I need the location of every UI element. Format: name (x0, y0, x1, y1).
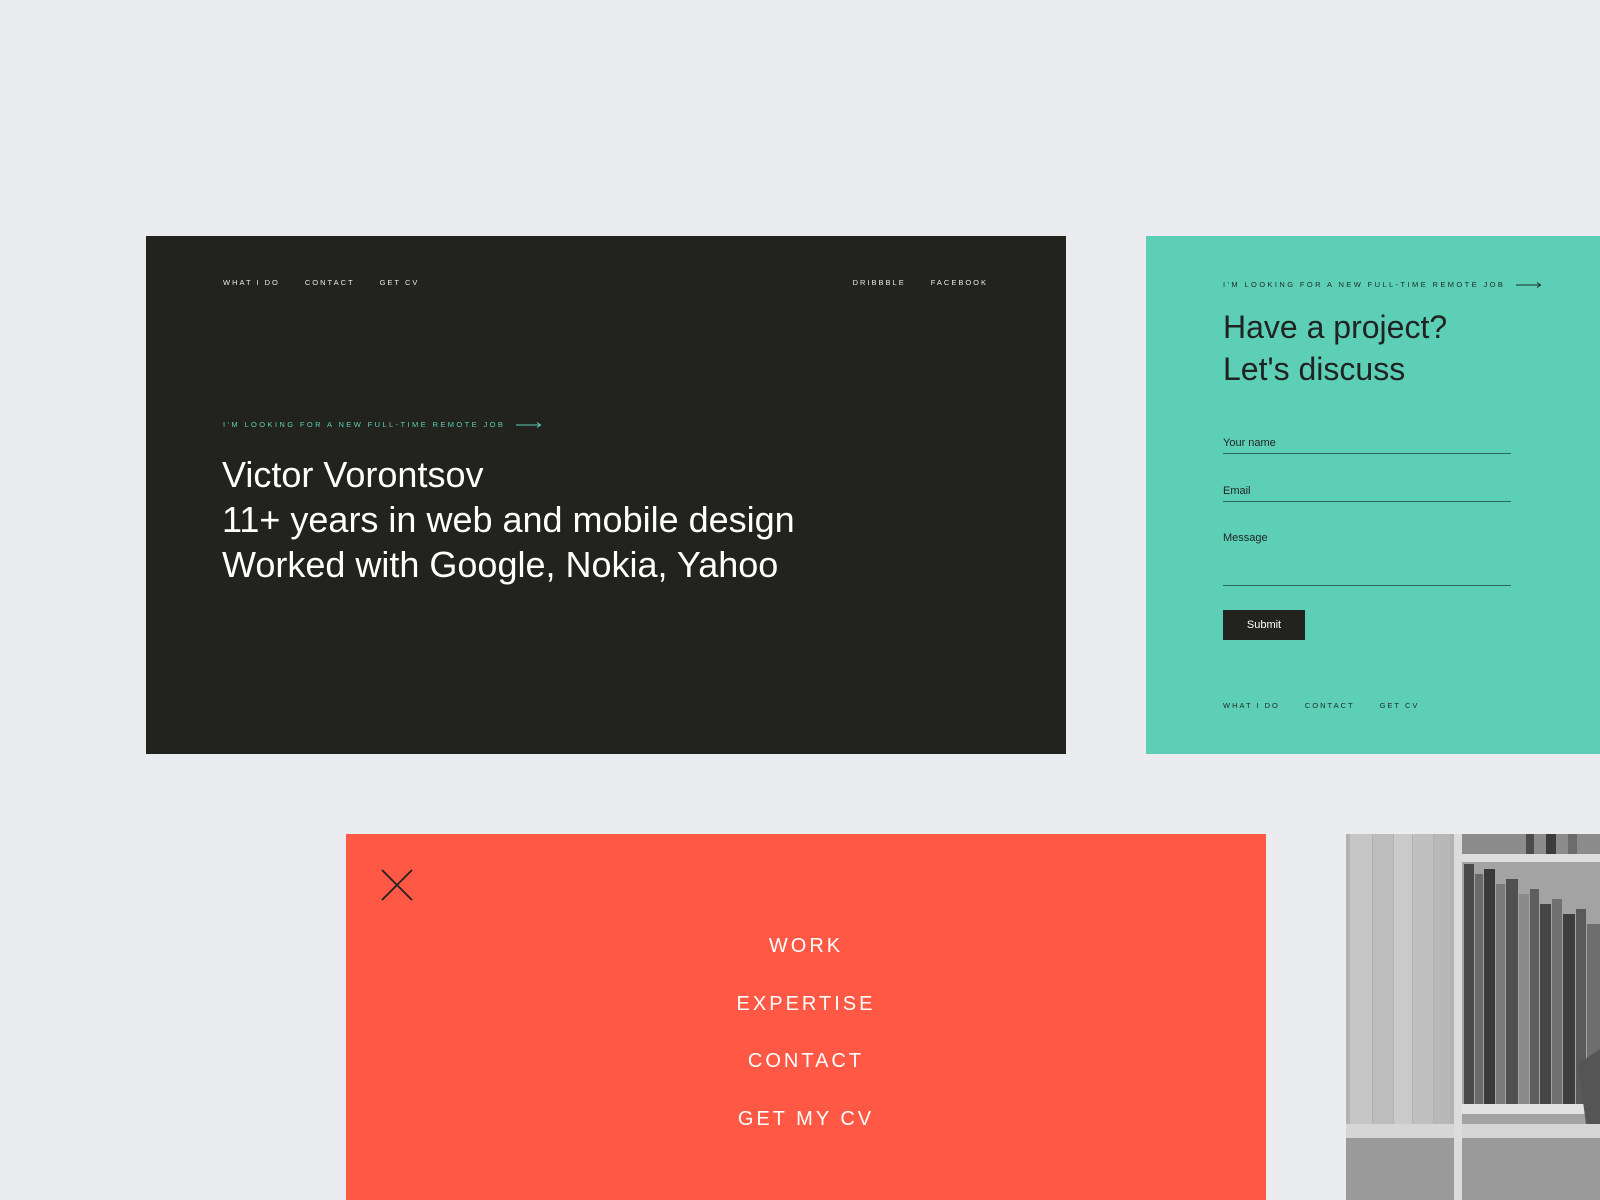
menu-item-work[interactable]: WORK (769, 918, 843, 976)
hero-eyebrow-text: I'M LOOKING FOR A NEW FULL-TIME REMOTE J… (223, 420, 506, 429)
footer-nav-what-i-do[interactable]: WHAT I DO (1223, 701, 1280, 710)
name-input[interactable] (1223, 430, 1511, 453)
menu-item-contact[interactable]: CONTACT (748, 1033, 864, 1091)
hero-eyebrow[interactable]: I'M LOOKING FOR A NEW FULL-TIME REMOTE J… (223, 420, 542, 429)
menu-overlay-card: WORK EXPERTISE CONTACT GET MY CV (346, 834, 1266, 1200)
hero-card: WHAT I DO CONTACT GET CV DRIBBBLE FACEBO… (146, 236, 1066, 754)
bookshelf-image (1346, 834, 1600, 1200)
nav-facebook[interactable]: FACEBOOK (931, 278, 988, 287)
menu-item-get-my-cv[interactable]: GET MY CV (738, 1091, 874, 1149)
email-field-wrapper (1223, 478, 1511, 502)
email-input[interactable] (1223, 478, 1511, 501)
nav-contact[interactable]: CONTACT (305, 278, 355, 287)
submit-button[interactable]: Submit (1223, 610, 1305, 640)
footer-nav-contact[interactable]: CONTACT (1305, 701, 1355, 710)
menu-item-expertise[interactable]: EXPERTISE (737, 976, 876, 1034)
nav-dribbble[interactable]: DRIBBBLE (853, 278, 906, 287)
contact-card: I'M LOOKING FOR A NEW FULL-TIME REMOTE J… (1146, 236, 1600, 754)
close-icon[interactable] (380, 868, 414, 902)
hero-headline-line-clients: Worked with Google, Nokia, Yahoo (222, 544, 779, 585)
contact-eyebrow[interactable]: I'M LOOKING FOR A NEW FULL-TIME REMOTE J… (1223, 280, 1542, 289)
contact-title-line-1: Have a project? (1223, 309, 1448, 345)
message-field-wrapper (1223, 526, 1511, 586)
bookshelf-photo (1346, 834, 1600, 1200)
menu-list: WORK EXPERTISE CONTACT GET MY CV (346, 918, 1266, 1148)
page-canvas: WHAT I DO CONTACT GET CV DRIBBBLE FACEBO… (0, 0, 1600, 1200)
nav-get-cv[interactable]: GET CV (380, 278, 420, 287)
footer-nav-get-cv[interactable]: GET CV (1380, 701, 1420, 710)
nav-what-i-do[interactable]: WHAT I DO (223, 278, 280, 287)
arrow-right-icon (1516, 281, 1542, 288)
contact-footer-nav: WHAT I DO CONTACT GET CV (1223, 701, 1419, 710)
contact-title: Have a project? Let's discuss (1223, 306, 1447, 390)
hero-headline-line-name: Victor Vorontsov (222, 454, 484, 495)
message-textarea[interactable] (1223, 526, 1511, 584)
arrow-right-icon (516, 421, 542, 428)
hero-headline: Victor Vorontsov 11+ years in web and mo… (222, 452, 795, 587)
name-field-wrapper (1223, 430, 1511, 454)
contact-title-line-2: Let's discuss (1223, 351, 1406, 387)
contact-eyebrow-text: I'M LOOKING FOR A NEW FULL-TIME REMOTE J… (1223, 280, 1506, 289)
hero-nav-left: WHAT I DO CONTACT GET CV (223, 278, 419, 287)
hero-headline-line-experience: 11+ years in web and mobile design (222, 499, 795, 540)
hero-nav-right: DRIBBBLE FACEBOOK (853, 278, 988, 287)
